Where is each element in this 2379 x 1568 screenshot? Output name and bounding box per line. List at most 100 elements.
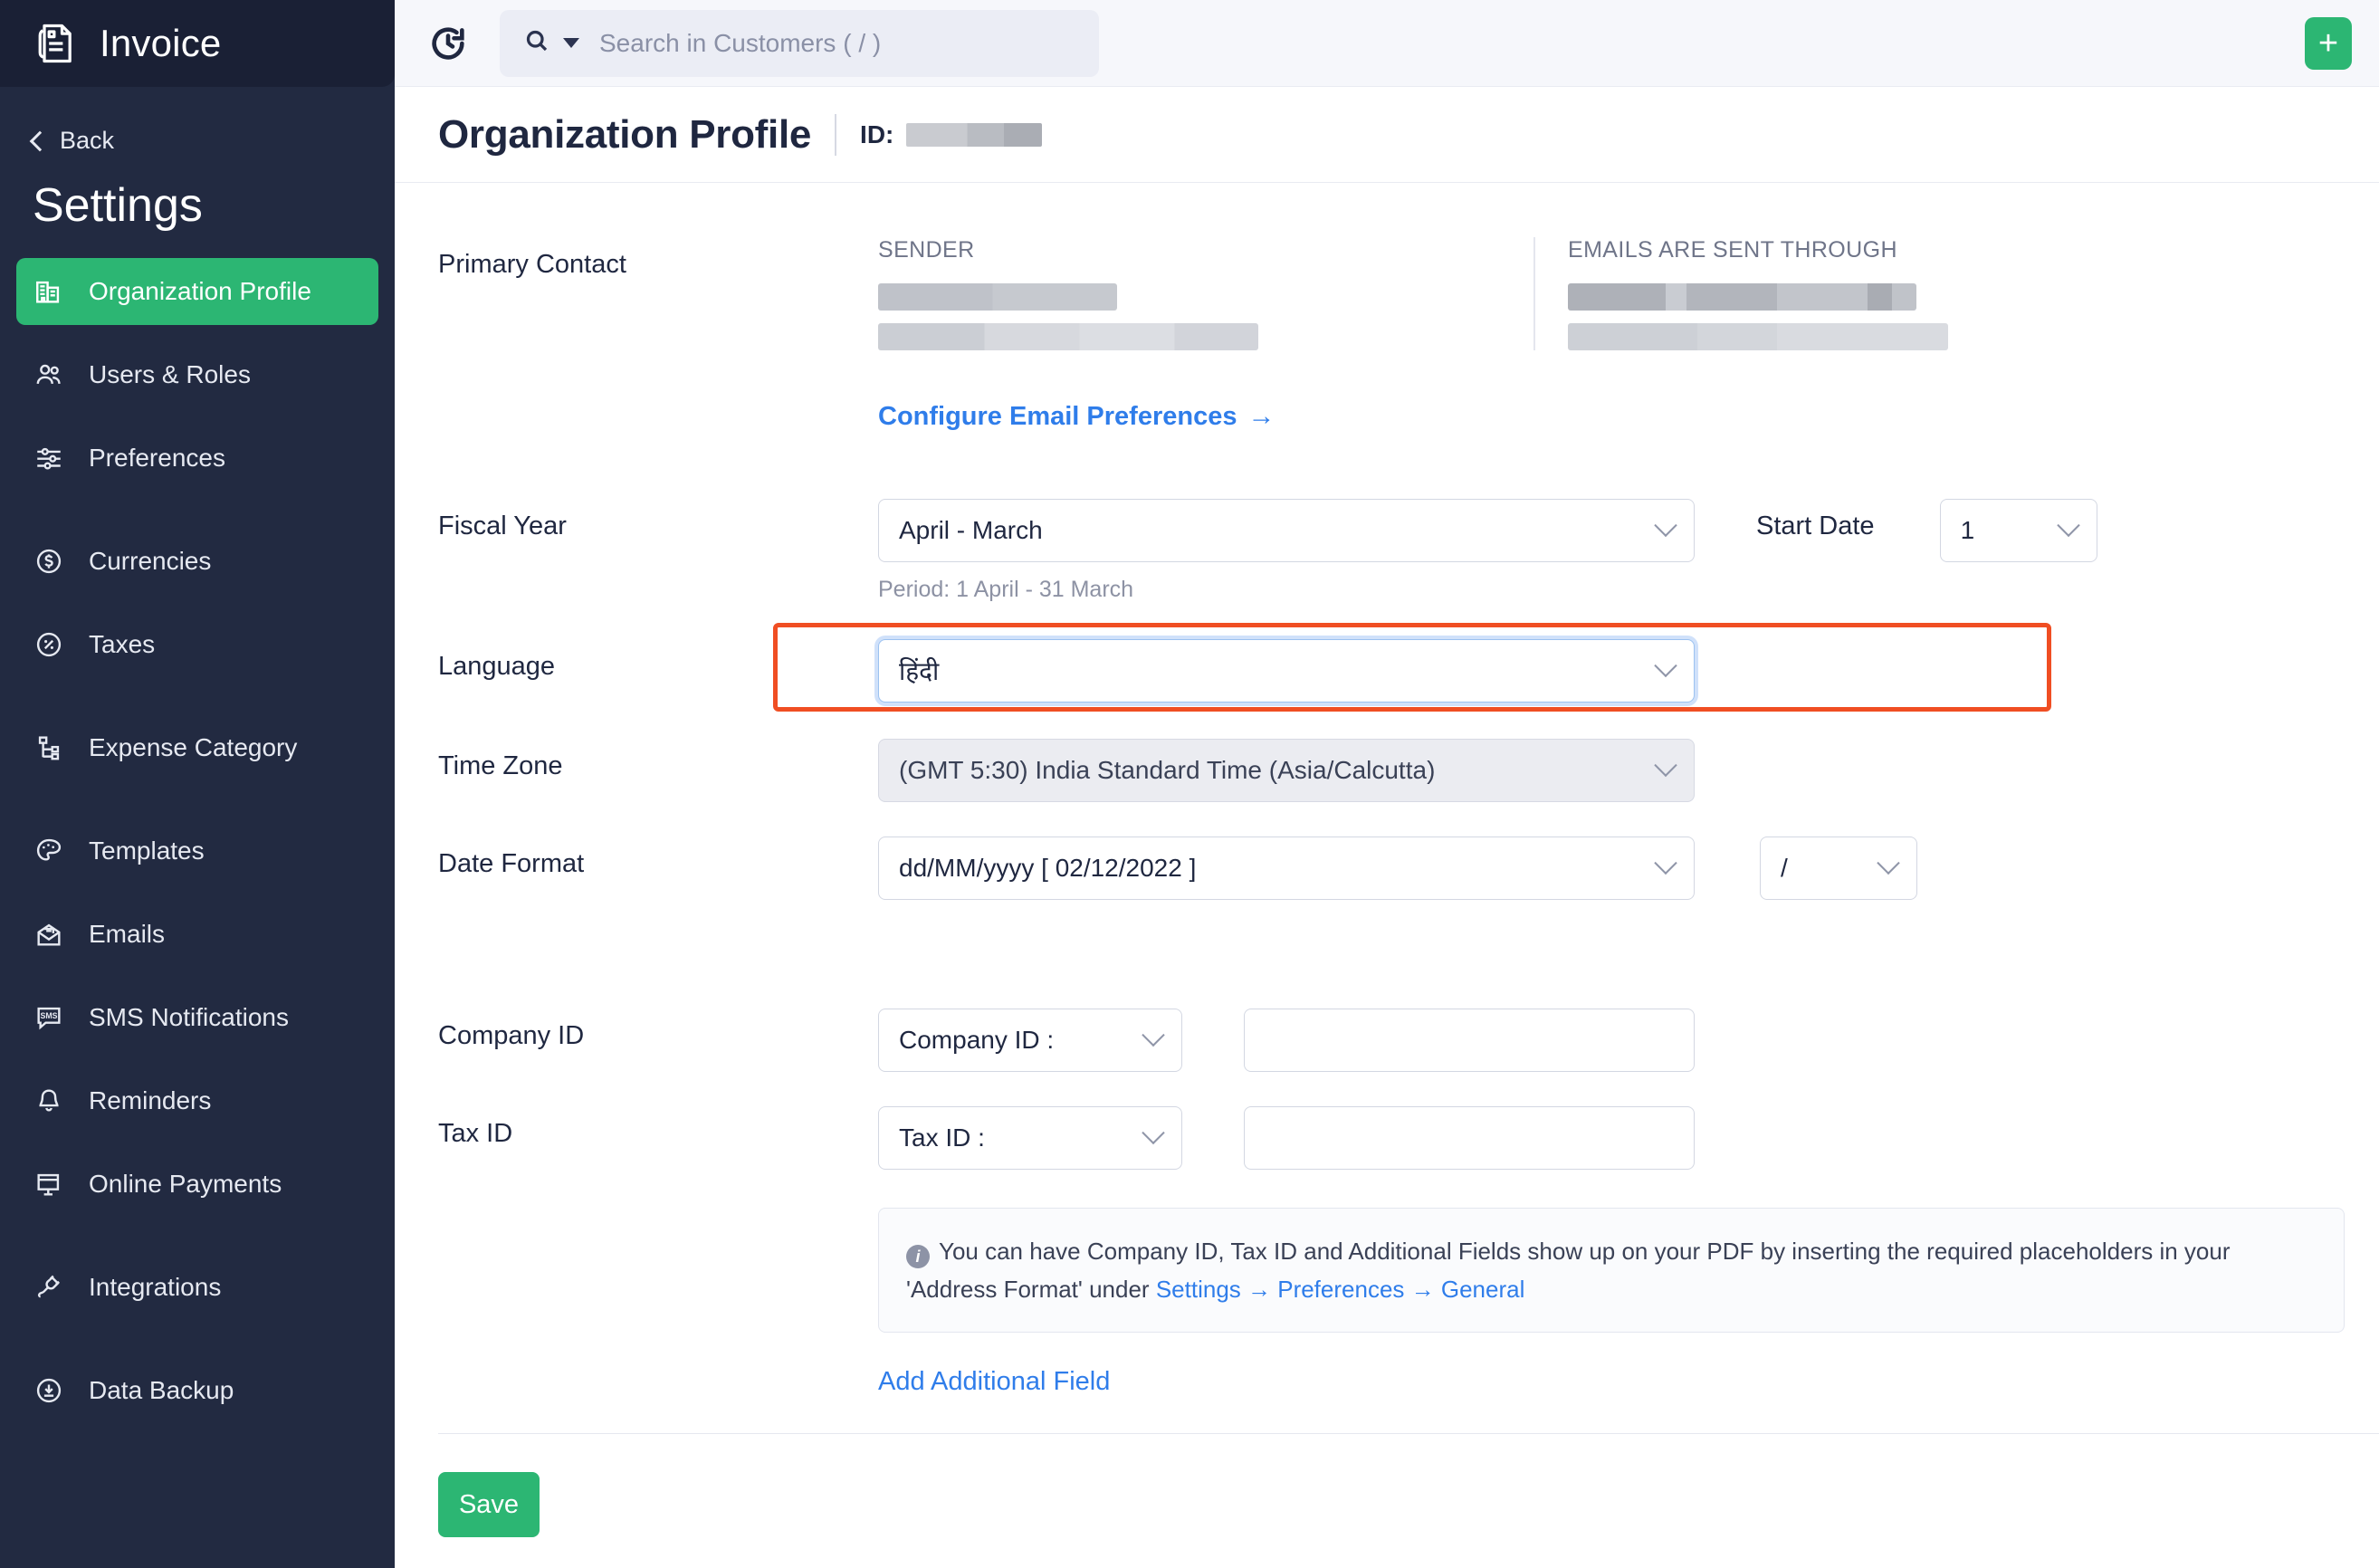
chevron-down-icon	[2057, 514, 2079, 537]
tax-id-label: Tax ID	[438, 1106, 878, 1149]
nav-group-divider	[16, 1337, 378, 1357]
chevron-down-icon	[1654, 514, 1677, 537]
chevron-down-icon	[1142, 1122, 1164, 1144]
clock-rotate-icon[interactable]	[427, 23, 469, 64]
date-separator-select[interactable]: /	[1760, 837, 1917, 900]
envelope-open-icon	[33, 918, 65, 951]
org-id-redacted-value	[906, 123, 1042, 147]
tax-id-prefix-value: Tax ID :	[899, 1123, 985, 1152]
search-input[interactable]	[599, 29, 1075, 58]
search-bar[interactable]	[500, 10, 1099, 77]
add-additional-field-label: Add Additional Field	[878, 1367, 1110, 1397]
settings-heading: Settings	[0, 155, 395, 258]
bell-icon	[33, 1085, 65, 1117]
users-icon	[33, 359, 65, 391]
sidebar-item-label: Expense Category	[89, 733, 297, 762]
sidebar-item-templates[interactable]: Templates	[16, 817, 378, 884]
sidebar-item-integrations[interactable]: Integrations	[16, 1254, 378, 1321]
fiscal-year-row: Fiscal Year April - March Period: 1 Apri…	[395, 499, 2379, 603]
start-date-value: 1	[1961, 516, 1975, 545]
save-button[interactable]: Save	[438, 1472, 540, 1537]
date-format-row: Date Format dd/MM/yyyy [ 02/12/2022 ] /	[395, 837, 2379, 900]
back-button[interactable]: Back	[0, 87, 395, 155]
sidebar-item-sms-notifications[interactable]: SMS SMS Notifications	[16, 984, 378, 1051]
company-id-label: Company ID	[438, 1009, 878, 1051]
fiscal-year-select[interactable]: April - March	[878, 499, 1695, 562]
sidebar-item-taxes[interactable]: Taxes	[16, 611, 378, 678]
fiscal-year-period-hint: Period: 1 April - 31 March	[878, 577, 1695, 603]
info-note-text: You can have Company ID, Tax ID and Addi…	[906, 1238, 2230, 1303]
emails-sent-through-heading: EMAILS ARE SENT THROUGH	[1568, 237, 2189, 263]
nav-group-divider	[16, 694, 378, 714]
tax-id-prefix-select[interactable]: Tax ID :	[878, 1106, 1182, 1170]
top-bar: +	[395, 0, 2379, 87]
language-select[interactable]: हिंदी	[878, 639, 1695, 703]
chevron-down-icon	[1142, 1024, 1164, 1047]
settings-form: Primary Contact SENDER Configure Email P…	[395, 183, 2379, 1568]
footer-divider	[438, 1433, 2379, 1434]
info-note-row: iYou can have Company ID, Tax ID and Add…	[395, 1208, 2379, 1333]
sidebar-item-label: Preferences	[89, 444, 225, 473]
sidebar-item-label: Integrations	[89, 1273, 221, 1302]
sidebar-item-online-payments[interactable]: Online Payments	[16, 1151, 378, 1218]
plug-icon	[33, 1271, 65, 1304]
sender-name-redacted	[878, 283, 1117, 311]
language-value: हिंदी	[899, 654, 939, 688]
primary-contact-label: Primary Contact	[438, 237, 878, 280]
tax-id-row: Tax ID Tax ID :	[395, 1106, 2379, 1170]
sms-bubble-icon: SMS	[33, 1001, 65, 1034]
brand-header[interactable]: Invoice	[0, 0, 395, 87]
page-header: Organization Profile ID:	[395, 87, 2379, 183]
sidebar-item-currencies[interactable]: Currencies	[16, 528, 378, 595]
configure-email-preferences-link[interactable]: Configure Email Preferences →	[878, 401, 1275, 432]
info-note-spacer	[438, 1208, 878, 1220]
sidebar-item-data-backup[interactable]: Data Backup	[16, 1357, 378, 1424]
sidebar-item-organization-profile[interactable]: Organization Profile	[16, 258, 378, 325]
date-separator-value: /	[1781, 854, 1788, 883]
chevron-down-icon[interactable]	[563, 38, 579, 48]
plus-icon: +	[2318, 26, 2338, 61]
info-note-settings-link[interactable]: Settings → Preferences → General	[1156, 1276, 1525, 1303]
add-additional-field-link[interactable]: Add Additional Field	[878, 1367, 1110, 1397]
sender-heading: SENDER	[878, 237, 1533, 263]
time-zone-select[interactable]: (GMT 5:30) India Standard Time (Asia/Cal…	[878, 739, 1695, 802]
search-icon	[523, 27, 550, 59]
sidebar-item-label: Online Payments	[89, 1170, 282, 1199]
date-format-select[interactable]: dd/MM/yyyy [ 02/12/2022 ]	[878, 837, 1695, 900]
invoice-document-icon	[33, 20, 80, 67]
nav-group-divider	[16, 1234, 378, 1254]
start-date-select[interactable]: 1	[1940, 499, 2097, 562]
dollar-circle-icon	[33, 545, 65, 578]
primary-contact-row: Primary Contact SENDER Configure Email P…	[395, 183, 2379, 432]
card-terminal-icon	[33, 1168, 65, 1200]
sidebar-item-label: Taxes	[89, 630, 155, 659]
sidebar: Invoice Back Settings Organization Profi…	[0, 0, 395, 1568]
time-zone-row: Time Zone (GMT 5:30) India Standard Time…	[395, 739, 2379, 802]
nav-group-divider	[16, 798, 378, 817]
sidebar-item-expense-category[interactable]: Expense Category	[16, 714, 378, 781]
settings-nav: Organization Profile Users & Roles Prefe…	[0, 258, 395, 1424]
sender-email-redacted	[878, 323, 1258, 350]
sidebar-item-label: Reminders	[89, 1086, 211, 1115]
chevron-left-icon	[30, 130, 51, 151]
date-format-value: dd/MM/yyyy [ 02/12/2022 ]	[899, 854, 1196, 883]
sidebar-item-reminders[interactable]: Reminders	[16, 1067, 378, 1134]
tax-id-input[interactable]	[1244, 1106, 1695, 1170]
org-id-label: ID:	[860, 120, 893, 149]
add-new-button[interactable]: +	[2305, 17, 2352, 70]
company-id-input[interactable]	[1244, 1009, 1695, 1072]
language-row: Language हिंदी	[395, 636, 2379, 703]
back-label: Back	[60, 127, 114, 155]
sidebar-item-preferences[interactable]: Preferences	[16, 425, 378, 492]
sidebar-item-emails[interactable]: Emails	[16, 901, 378, 968]
palette-icon	[33, 835, 65, 867]
company-id-prefix-select[interactable]: Company ID :	[878, 1009, 1182, 1072]
fiscal-year-label: Fiscal Year	[438, 499, 878, 541]
sidebar-item-users-roles[interactable]: Users & Roles	[16, 341, 378, 408]
sidebar-item-label: Emails	[89, 920, 165, 949]
arrow-right-icon: →	[1247, 401, 1275, 432]
add-additional-field-spacer	[438, 1367, 878, 1380]
sidebar-item-label: SMS Notifications	[89, 1003, 289, 1032]
company-id-prefix-value: Company ID :	[899, 1026, 1054, 1055]
building-icon	[33, 275, 65, 308]
